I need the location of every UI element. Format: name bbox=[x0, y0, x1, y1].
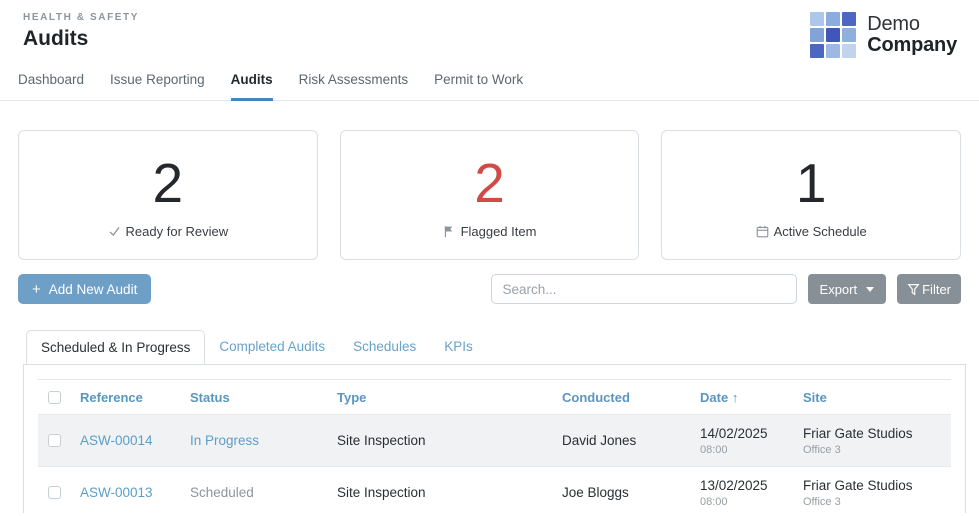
nav-item-permit-to-work[interactable]: Permit to Work bbox=[434, 64, 523, 100]
table-header-row: Reference Status Type Conducted Date ↑ S… bbox=[38, 379, 951, 415]
plus-icon: + bbox=[32, 280, 41, 298]
column-header-status[interactable]: Status bbox=[190, 379, 337, 415]
site-detail: Office 3 bbox=[803, 495, 841, 508]
stat-label-row: Flagged Item bbox=[443, 223, 537, 239]
check-icon bbox=[109, 226, 120, 236]
stat-label-row: Ready for Review bbox=[108, 223, 229, 239]
select-all-checkbox[interactable] bbox=[48, 391, 61, 404]
funnel-icon bbox=[907, 283, 920, 295]
stat-label: Ready for Review bbox=[125, 223, 229, 239]
export-button[interactable]: Export bbox=[807, 274, 887, 304]
site-cell: Friar Gate Studios Office 3 bbox=[803, 466, 951, 513]
tab-completed-audits[interactable]: Completed Audits bbox=[205, 330, 339, 364]
add-new-audit-button[interactable]: + Add New Audit bbox=[18, 274, 152, 304]
toolbar: + Add New Audit Export Filter bbox=[18, 274, 961, 304]
page-header: HEALTH & SAFETY Audits Demo Company bbox=[0, 0, 979, 58]
column-header-conducted[interactable]: Conducted bbox=[562, 379, 700, 415]
logo-grid-cell bbox=[842, 28, 857, 42]
stat-label-row: Active Schedule bbox=[756, 224, 867, 239]
audits-table-panel: Reference Status Type Conducted Date ↑ S… bbox=[23, 364, 966, 513]
site-detail: Office 3 bbox=[803, 443, 841, 456]
stat-value: 2 bbox=[152, 151, 184, 214]
status-text: In Progress bbox=[190, 433, 260, 448]
table-row[interactable]: ASW-00013 Scheduled Site Inspection Joe … bbox=[38, 466, 951, 513]
table-row[interactable]: ASW-00014 In Progress Site Inspection Da… bbox=[38, 414, 951, 467]
logo-grid-cell bbox=[810, 44, 825, 58]
logo-grid-cell bbox=[826, 12, 841, 26]
column-header-site[interactable]: Site bbox=[803, 379, 951, 415]
stat-label: Active Schedule bbox=[773, 223, 867, 239]
export-label: Export bbox=[819, 281, 858, 297]
conducted-cell: Joe Bloggs bbox=[562, 466, 700, 513]
audit-tabs: Scheduled & In Progress Completed Audits… bbox=[26, 330, 966, 364]
date-value: 14/02/2025 bbox=[700, 425, 768, 441]
date-value: 13/02/2025 bbox=[700, 477, 768, 493]
type-cell: Site Inspection bbox=[337, 466, 562, 513]
column-header-date[interactable]: Date ↑ bbox=[700, 379, 803, 415]
filter-label: Filter bbox=[922, 281, 951, 297]
logo-grid-cell bbox=[810, 28, 825, 42]
nav-item-audits[interactable]: Audits bbox=[230, 64, 273, 101]
date-cell: 14/02/2025 08:00 bbox=[700, 414, 803, 467]
sort-ascending-icon: ↑ bbox=[731, 390, 739, 405]
logo-grid-cell bbox=[842, 44, 857, 58]
time-value: 08:00 bbox=[700, 495, 728, 508]
tab-kpis[interactable]: KPIs bbox=[430, 330, 487, 364]
search-input[interactable] bbox=[490, 274, 797, 304]
logo-grid-cell bbox=[810, 12, 825, 26]
logo-text: Demo Company bbox=[867, 14, 957, 56]
header-titles: HEALTH & SAFETY Audits bbox=[23, 12, 139, 51]
site-name: Friar Gate Studios bbox=[803, 477, 913, 493]
main-nav: Dashboard Issue Reporting Audits Risk As… bbox=[0, 64, 979, 101]
stat-card-active-schedule: 1 Active Schedule bbox=[661, 130, 962, 260]
site-name: Friar Gate Studios bbox=[803, 425, 913, 441]
logo-grid-cell bbox=[826, 44, 841, 58]
logo-line1: Demo bbox=[867, 13, 920, 35]
stat-card-ready-for-review: 2 Ready for Review bbox=[18, 130, 318, 260]
nav-item-risk-assessments[interactable]: Risk Assessments bbox=[299, 64, 409, 100]
audits-table: Reference Status Type Conducted Date ↑ S… bbox=[38, 379, 951, 513]
logo-grid-cell bbox=[842, 12, 857, 26]
type-cell: Site Inspection bbox=[337, 414, 562, 467]
stat-value: 2 bbox=[474, 151, 505, 214]
conducted-cell: David Jones bbox=[562, 414, 700, 467]
caret-down-icon bbox=[866, 287, 875, 292]
nav-item-issue-reporting[interactable]: Issue Reporting bbox=[110, 64, 205, 100]
filter-button[interactable]: Filter bbox=[897, 274, 961, 304]
logo-line2: Company bbox=[867, 34, 957, 56]
page-title: Audits bbox=[23, 27, 89, 50]
row-checkbox[interactable] bbox=[48, 434, 61, 447]
logo-grid-icon bbox=[810, 12, 857, 58]
column-header-reference[interactable]: Reference bbox=[80, 379, 190, 415]
row-checkbox[interactable] bbox=[48, 486, 61, 499]
company-logo: Demo Company bbox=[810, 12, 957, 58]
flag-icon bbox=[444, 225, 452, 237]
reference-link[interactable]: ASW-00014 bbox=[80, 433, 153, 448]
stat-value: 1 bbox=[795, 151, 827, 214]
status-text: Scheduled bbox=[190, 485, 254, 500]
stat-cards: 2 Ready for Review 2 Flagged Item 1 Acti… bbox=[18, 130, 962, 260]
site-cell: Friar Gate Studios Office 3 bbox=[803, 414, 951, 467]
date-cell: 13/02/2025 08:00 bbox=[700, 466, 803, 513]
toolbar-right: Export Filter bbox=[490, 274, 961, 304]
tab-schedules[interactable]: Schedules bbox=[339, 330, 430, 364]
stat-label: Flagged Item bbox=[460, 223, 537, 239]
breadcrumb-eyebrow: HEALTH & SAFETY bbox=[23, 12, 140, 23]
add-new-audit-label: Add New Audit bbox=[48, 281, 138, 297]
time-value: 08:00 bbox=[700, 443, 728, 456]
column-header-type[interactable]: Type bbox=[337, 379, 562, 415]
calendar-icon bbox=[756, 225, 768, 237]
logo-grid-cell bbox=[826, 28, 841, 42]
stat-card-flagged-item: 2 Flagged Item bbox=[339, 130, 640, 260]
reference-link[interactable]: ASW-00013 bbox=[80, 485, 153, 500]
nav-item-dashboard[interactable]: Dashboard bbox=[18, 64, 84, 100]
tab-scheduled-in-progress[interactable]: Scheduled & In Progress bbox=[26, 330, 206, 364]
